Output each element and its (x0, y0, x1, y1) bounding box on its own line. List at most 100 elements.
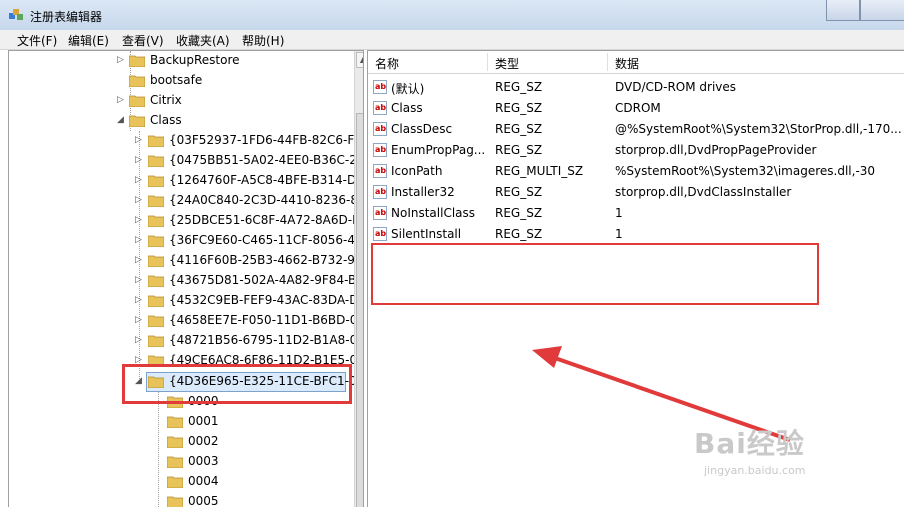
expand-icon[interactable]: ▷ (117, 94, 127, 106)
string-value-icon: ab (373, 122, 387, 136)
value-name: Class (391, 101, 423, 115)
value-name: (默认) (391, 82, 425, 96)
column-data[interactable]: 数据 (615, 55, 639, 72)
menu-favorites[interactable]: 收藏夹(A) (176, 32, 230, 49)
folder-icon (148, 315, 164, 327)
regedit-icon (9, 9, 23, 20)
value-row[interactable]: ab NoInstallClass REG_SZ 1 (368, 203, 904, 224)
expand-icon[interactable]: ▷ (135, 214, 145, 226)
value-name: IconPath (391, 164, 443, 178)
folder-icon (148, 175, 164, 187)
column-name[interactable]: 名称 (375, 55, 399, 72)
expand-icon[interactable]: ▷ (135, 234, 145, 246)
tree-scrollbar[interactable]: ▲ (354, 51, 363, 507)
menu-help[interactable]: 帮助(H) (242, 32, 284, 49)
folder-icon (148, 195, 164, 207)
folder-icon (167, 496, 183, 507)
column-divider[interactable] (607, 53, 608, 71)
tree-item-label: 0001 (188, 414, 219, 428)
menu-view[interactable]: 查看(V) (122, 32, 164, 49)
folder-icon (148, 235, 164, 247)
value-data: @%SystemRoot%\System32\StorProp.dll,-170… (615, 122, 902, 136)
value-row[interactable]: ab EnumPropPag... REG_SZ storprop.dll,Dv… (368, 140, 904, 161)
value-data: %SystemRoot%\System32\imageres.dll,-30 (615, 164, 876, 178)
folder-icon (167, 436, 183, 448)
menu-edit[interactable]: 编辑(E) (68, 32, 109, 49)
column-type[interactable]: 类型 (495, 55, 519, 72)
value-type: REG_SZ (495, 185, 543, 199)
value-data: CDROM (615, 101, 661, 115)
tree-item-label: {03F52937-1FD6-44FB-82C6-FE (169, 133, 362, 147)
value-data: 1 (615, 227, 623, 241)
maximize-button[interactable] (860, 0, 904, 21)
minimize-button[interactable] (826, 0, 860, 21)
folder-icon (129, 55, 145, 67)
value-type: REG_MULTI_SZ (495, 164, 584, 178)
folder-icon (148, 155, 164, 167)
tree-item-label: {0475BB51-5A02-4EE0-B36C-2 (169, 153, 357, 167)
folder-icon (167, 416, 183, 428)
column-divider[interactable] (487, 53, 488, 71)
folder-icon (148, 215, 164, 227)
tree-item-label: {4532C9EB-FEF9-43AC-83DA-D (169, 293, 359, 307)
expand-icon[interactable]: ▷ (135, 194, 145, 206)
tree-item-label: 0004 (188, 474, 219, 488)
folder-icon (148, 275, 164, 287)
value-name: NoInstallClass (391, 206, 476, 220)
tree-item-label: {36FC9E60-C465-11CF-8056-44 (169, 233, 363, 247)
folder-icon (148, 295, 164, 307)
expand-icon[interactable]: ▷ (117, 54, 127, 66)
watermark: Bai经验 jingyan.baidu.com (694, 422, 806, 477)
expand-icon[interactable]: ▷ (135, 314, 145, 326)
annotation-box-empty-area (371, 243, 819, 305)
folder-icon (148, 135, 164, 147)
expand-icon[interactable]: ▷ (135, 294, 145, 306)
value-type: REG_SZ (495, 122, 543, 136)
expand-icon[interactable]: ▷ (135, 274, 145, 286)
tree-line (158, 391, 159, 507)
tree-item-label: Class (150, 113, 182, 127)
expand-icon[interactable]: ▷ (135, 154, 145, 166)
string-value-icon: ab (373, 227, 387, 241)
scroll-up-arrow-icon[interactable]: ▲ (356, 52, 363, 68)
value-data: 1 (615, 206, 623, 220)
folder-icon (129, 75, 145, 87)
value-row[interactable]: ab IconPath REG_MULTI_SZ %SystemRoot%\Sy… (368, 161, 904, 182)
folder-icon (129, 95, 145, 107)
expand-icon[interactable]: ▷ (135, 254, 145, 266)
tree-item-label: {43675D81-502A-4A82-9F84-B (169, 273, 357, 287)
key-tree[interactable]: ▷ BackupRestore bootsafe ▷ Citrix ◢ Clas… (8, 50, 364, 507)
string-value-icon: ab (373, 101, 387, 115)
value-data: storprop.dll,DvdPropPageProvider (615, 143, 817, 157)
tree-item-label: {4116F60B-25B3-4662-B732-99 (169, 253, 363, 267)
value-row[interactable]: ab Installer32 REG_SZ storprop.dll,DvdCl… (368, 182, 904, 203)
value-row[interactable]: ab Class REG_SZ CDROM (368, 98, 904, 119)
value-name: Installer32 (391, 185, 455, 199)
collapse-icon[interactable]: ◢ (117, 114, 127, 126)
tree-item-label: 0003 (188, 454, 219, 468)
menu-file[interactable]: 文件(F) (17, 32, 57, 49)
value-row[interactable]: ab (默认) REG_SZ DVD/CD-ROM drives (368, 77, 904, 98)
value-data: storprop.dll,DvdClassInstaller (615, 185, 792, 199)
value-name: SilentInstall (391, 227, 462, 241)
value-type: REG_SZ (495, 227, 543, 241)
tree-item-label: {4658EE7E-F050-11D1-B6BD-0 (169, 313, 358, 327)
string-value-icon: ab (373, 164, 387, 178)
title-bar: 注册表编辑器 (0, 0, 904, 31)
tree-item-label: {48721B56-6795-11D2-B1A8-0 (169, 333, 358, 347)
tree-item-label: {24A0C840-2C3D-4410-8236-8 (169, 193, 358, 207)
tree-item-label: {25DBCE51-6C8F-4A72-8A6D-E (169, 213, 360, 227)
scrollbar-thumb[interactable] (356, 113, 363, 507)
expand-icon[interactable]: ▷ (135, 334, 145, 346)
string-value-icon: ab (373, 185, 387, 199)
expand-icon[interactable]: ▷ (135, 174, 145, 186)
tree-item-label: Citrix (150, 93, 182, 107)
expand-icon[interactable]: ▷ (135, 134, 145, 146)
value-row[interactable]: ab SilentInstall REG_SZ 1 (368, 224, 904, 245)
value-type: REG_SZ (495, 143, 543, 157)
menu-bar: 文件(F) 编辑(E) 查看(V) 收藏夹(A) 帮助(H) (0, 30, 904, 50)
string-value-icon: ab (373, 143, 387, 157)
tree-item-label: bootsafe (150, 73, 203, 87)
value-row[interactable]: ab ClassDesc REG_SZ @%SystemRoot%\System… (368, 119, 904, 140)
folder-icon (148, 335, 164, 347)
